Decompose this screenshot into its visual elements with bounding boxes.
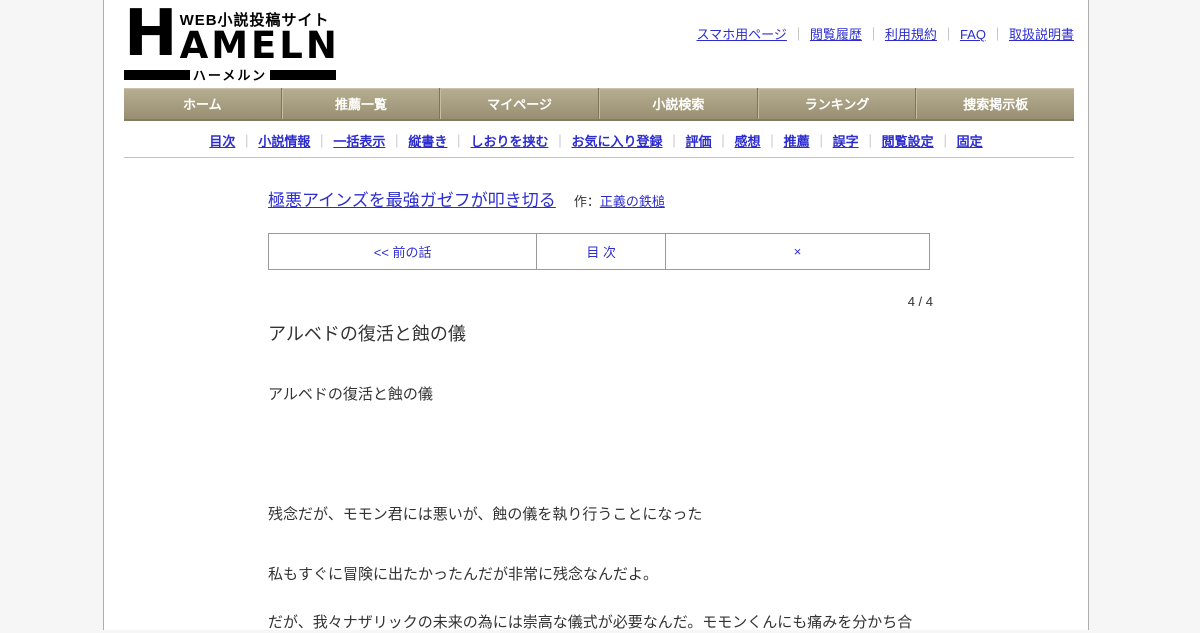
main-navbar: ホーム 推薦一覧 マイページ 小説検索 ランキング 捜索掲示板 [124, 88, 1074, 121]
nav-tab-recommend-list[interactable]: 推薦一覧 [281, 88, 441, 119]
subnav-vertical-text[interactable]: 縦書き [408, 134, 447, 149]
episode-title: アルベドの復活と蝕の儀 [268, 324, 466, 344]
novel-paragraph: だが、我々ナザリックの未来の為には崇高な儀式が必要なんだ。モモンくんにも痛みを分… [268, 614, 913, 631]
subnav-toc[interactable]: 目次 [209, 134, 235, 149]
header-link-history[interactable]: 閲覧履歴 [810, 27, 862, 42]
subnav-fixed[interactable]: 固定 [957, 134, 983, 149]
content-area: H WEB小説投稿サイト AMELN ハーメルン スマホ用ページ ｜ 閲覧履歴 ｜ 利用… [103, 0, 1089, 633]
novel-paragraph: 私もすぐに冒険に出たかったんだが非常に残念なんだよ。 [268, 566, 659, 583]
nav-tab-search-board[interactable]: 捜索掲示板 [916, 88, 1074, 119]
nav-tab-home[interactable]: ホーム [124, 88, 282, 119]
separator: ｜ [941, 27, 955, 42]
separator: ｜ [791, 27, 805, 42]
separator: ｜ [866, 27, 880, 42]
separator: ｜ [765, 134, 779, 149]
nav-tab-mypage[interactable]: マイページ [440, 88, 600, 119]
separator: ｜ [667, 134, 681, 149]
nav-tab-novel-search[interactable]: 小説検索 [599, 88, 758, 119]
separator: ｜ [553, 134, 567, 149]
logo-wordmark-rest: AMELN [179, 24, 340, 67]
novel-paragraph: 残念だが、モモン君には悪いが、蝕の儀を執り行うことになった [268, 506, 703, 523]
novel-body: アルベドの復活と蝕の儀 残念だが、モモン君には悪いが、蝕の儀を執り行うことになっ… [268, 378, 988, 633]
header-link-smartphone[interactable]: スマホ用ページ [697, 27, 787, 42]
novel-paragraph: アルベドの復活と蝕の儀 [268, 386, 433, 403]
logo-kana: ハーメルン [192, 68, 268, 83]
page-indicator: 4 / 4 [907, 294, 933, 309]
separator: ｜ [938, 134, 952, 149]
nav-tab-ranking[interactable]: ランキング [757, 88, 917, 119]
subnav-batch-view[interactable]: 一括表示 [333, 134, 385, 149]
separator: ｜ [990, 27, 1004, 42]
novel-title-link[interactable]: 極悪アインズを最強ガゼフが叩き切る [268, 191, 556, 210]
author-prefix: 作： [573, 194, 600, 209]
header-divider [124, 157, 1074, 158]
header-link-terms[interactable]: 利用規約 [885, 27, 937, 42]
subnav-comments[interactable]: 感想 [735, 134, 761, 149]
separator: ｜ [315, 134, 329, 149]
separator: ｜ [716, 134, 730, 149]
logo-bar-left [124, 69, 190, 80]
subnav-novel-info[interactable]: 小説情報 [258, 134, 310, 149]
subnav-recommend[interactable]: 推薦 [784, 134, 810, 149]
logo-wordmark: H WEB小説投稿サイト AMELN [124, 0, 340, 71]
pager-index-button[interactable]: 目 次 [536, 234, 665, 269]
logo-letter-h: H [124, 0, 178, 71]
author-wrap: 作：正義の鉄槌 [574, 194, 665, 209]
separator: ｜ [863, 134, 877, 149]
episode-subnav: 目次 ｜ 小説情報 ｜ 一括表示 ｜ 縦書き ｜ しおりを挟む ｜ お気に入り登録 ｜ 評価 ｜ 感想 ｜ 推薦… [104, 131, 1088, 150]
subnav-rate[interactable]: 評価 [686, 134, 712, 149]
author-link[interactable]: 正義の鉄槌 [600, 194, 665, 209]
episode-pager: << 前の話 目 次 × [268, 233, 930, 270]
header-links: スマホ用ページ ｜ 閲覧履歴 ｜ 利用規約 ｜ FAQ ｜ 取扱説明書 [697, 24, 1074, 43]
site-logo[interactable]: H WEB小説投稿サイト AMELN ハーメルン [124, 0, 340, 84]
separator: ｜ [814, 134, 828, 149]
header-link-faq[interactable]: FAQ [960, 27, 986, 42]
subnav-typo-report[interactable]: 誤字 [833, 134, 859, 149]
pager-next-button[interactable]: × [664, 234, 929, 269]
pager-prev-button[interactable]: << 前の話 [269, 234, 536, 269]
subnav-bookmark[interactable]: しおりを挟む [470, 134, 548, 149]
subnav-favorite[interactable]: お気に入り登録 [571, 134, 662, 149]
subnav-view-settings[interactable]: 閲覧設定 [882, 134, 934, 149]
separator: ｜ [240, 134, 254, 149]
separator: ｜ [452, 134, 466, 149]
header-link-manual[interactable]: 取扱説明書 [1009, 27, 1074, 42]
separator: ｜ [390, 134, 404, 149]
logo-bar-right [270, 69, 337, 80]
novel-title-row: 極悪アインズを最強ガゼフが叩き切る 作：正義の鉄槌 [268, 186, 665, 211]
